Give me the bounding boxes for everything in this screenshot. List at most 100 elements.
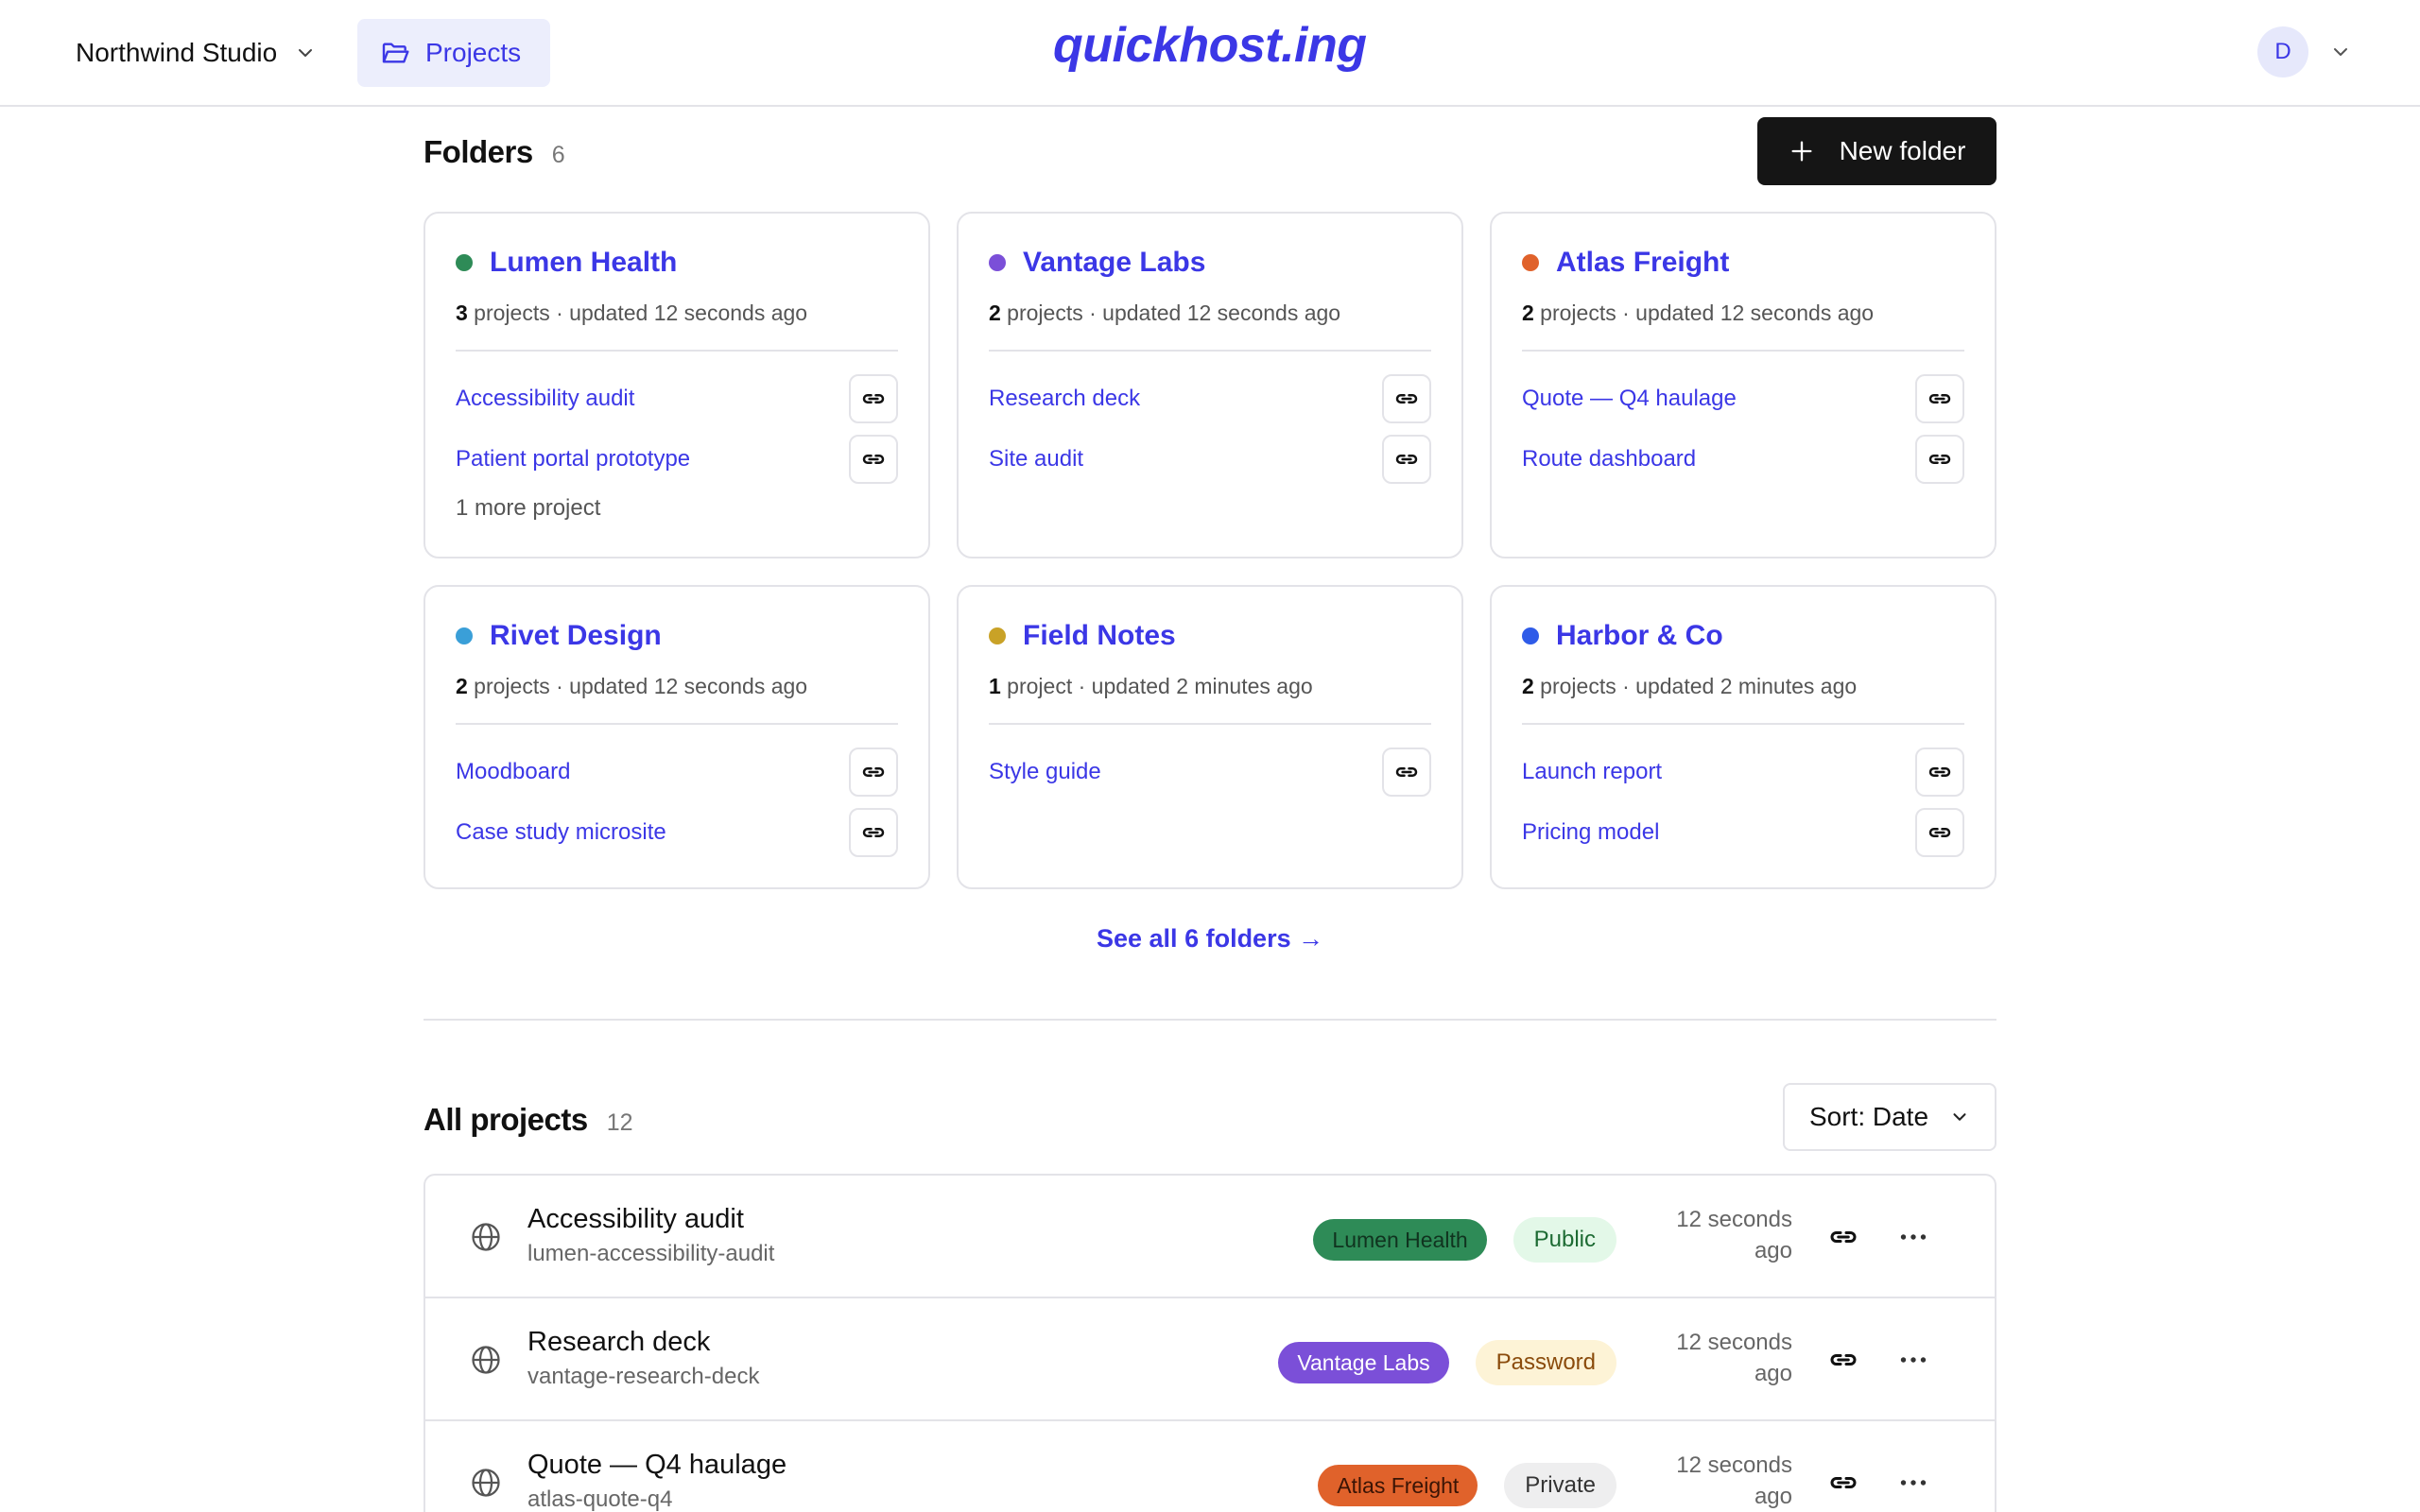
project-row[interactable]: Research deck vantage-research-deck Vantag… [425, 1298, 1995, 1421]
folder-meta: 2 projects · updated 2 minutes ago [1522, 674, 1964, 702]
link-icon [862, 394, 885, 404]
folder-project-row: Moodboard [456, 742, 898, 802]
folder-project-link[interactable]: Quote — Q4 haulage [1522, 386, 1737, 412]
folder-meta: 2 projects · updated 12 seconds ago [989, 301, 1431, 329]
projects-count: 12 [606, 1109, 633, 1136]
copy-link-button[interactable] [849, 435, 898, 484]
folder-divider [989, 350, 1431, 352]
project-row[interactable]: Accessibility audit lumen-accessibility-a… [425, 1176, 1995, 1298]
copy-link-button[interactable] [1382, 435, 1431, 484]
folder-project-link[interactable]: Patient portal prototype [456, 446, 690, 472]
copy-link-button[interactable] [1915, 808, 1964, 857]
new-folder-label: New folder [1839, 136, 1966, 165]
folder-color-dot [456, 627, 473, 644]
copy-link-button[interactable] [1915, 435, 1964, 484]
folder-meta: 3 projects · updated 12 seconds ago [456, 301, 898, 329]
folder-divider [1522, 350, 1964, 352]
copy-link-icon[interactable] [1826, 1466, 1860, 1500]
visibility-badge: Private [1504, 1463, 1616, 1508]
folder-color-dot [1522, 254, 1539, 271]
folder-name-link[interactable]: Rivet Design [490, 620, 662, 652]
more-icon[interactable] [1896, 1220, 1930, 1254]
chevron-down-icon [299, 49, 313, 57]
folder-badge[interactable]: Vantage Labs [1278, 1342, 1449, 1383]
workspace-name: Northwind Studio [76, 38, 278, 67]
folder-project-link[interactable]: Launch report [1522, 759, 1662, 785]
project-name[interactable]: Accessibility audit [527, 1204, 744, 1235]
avatar: D [2257, 26, 2308, 77]
copy-link-button[interactable] [1382, 374, 1431, 423]
folder-project-link[interactable]: Style guide [989, 759, 1101, 785]
more-icon[interactable] [1896, 1343, 1930, 1377]
copy-link-button[interactable] [849, 374, 898, 423]
project-updated-time: 12 seconds ago [1676, 1330, 1792, 1386]
folder-badge[interactable]: Lumen Health [1313, 1219, 1487, 1261]
folder-name-link[interactable]: Vantage Labs [1023, 247, 1205, 279]
new-folder-button[interactable]: New folder [1757, 117, 1996, 185]
nav-projects-tab[interactable]: Projects [357, 19, 550, 87]
folders-title: Folders [424, 134, 533, 169]
project-badges: Lumen Health Public [1313, 1217, 1616, 1263]
globe-icon [472, 1346, 500, 1374]
folder-project-link[interactable]: Site audit [989, 446, 1083, 472]
folder-name-link[interactable]: Field Notes [1023, 620, 1176, 652]
see-all-folders-link[interactable]: See all 6 folders → [1097, 924, 1323, 954]
project-updated-time: 12 seconds ago [1676, 1207, 1792, 1263]
more-icon[interactable] [1896, 1466, 1930, 1500]
folder-divider [456, 723, 898, 725]
folders-header: Folders 6 [424, 134, 565, 170]
folder-project-links: Research deck Site audit [989, 369, 1431, 490]
visibility-badge: Password [1475, 1340, 1616, 1385]
folder-name-link[interactable]: Harbor & Co [1556, 620, 1723, 652]
folder-header: Atlas Freight [1522, 246, 1964, 280]
globe-icon [472, 1223, 500, 1251]
folder-header: Field Notes [989, 619, 1431, 653]
account-menu[interactable]: D [2257, 26, 2352, 77]
folder-project-row: Research deck [989, 369, 1431, 429]
folder-badge[interactable]: Atlas Freight [1318, 1465, 1478, 1506]
folder-project-link[interactable]: Accessibility audit [456, 386, 634, 412]
workspace-switcher[interactable]: Northwind Studio [76, 32, 317, 74]
folder-project-row: Quote — Q4 haulage [1522, 369, 1964, 429]
folder-name-link[interactable]: Atlas Freight [1556, 247, 1729, 279]
folder-meta-text: projects · updated 12 seconds ago [467, 674, 808, 698]
folder-project-links: Quote — Q4 haulage Route dashboard [1522, 369, 1964, 490]
folder-project-link[interactable]: Route dashboard [1522, 446, 1696, 472]
sort-label: Sort: Date [1808, 1102, 1929, 1131]
copy-link-button[interactable] [849, 808, 898, 857]
folder-project-link[interactable]: Pricing model [1522, 819, 1659, 846]
copy-link-button[interactable] [1915, 374, 1964, 423]
folder-project-link[interactable]: Case study microsite [456, 819, 666, 846]
folder-header: Harbor & Co [1522, 619, 1964, 653]
copy-link-button[interactable] [1382, 747, 1431, 797]
copy-link-icon[interactable] [1826, 1220, 1860, 1254]
folder-project-row: Case study microsite [456, 802, 898, 863]
sort-dropdown[interactable]: Sort: Date [1783, 1083, 1996, 1151]
folder-project-link[interactable]: Research deck [989, 386, 1140, 412]
folder-project-link[interactable]: Moodboard [456, 759, 570, 785]
link-icon [862, 828, 885, 837]
project-row[interactable]: Quote — Q4 haulage atlas-quote-q4 Atlas Fr… [425, 1421, 1995, 1512]
folder-divider [1522, 723, 1964, 725]
brand-logo[interactable]: quickhost.ing [1053, 17, 1367, 74]
folder-name-link[interactable]: Lumen Health [490, 247, 677, 279]
project-list: Accessibility audit lumen-accessibility-a… [424, 1174, 1996, 1512]
folder-divider [989, 723, 1431, 725]
folder-grid: Lumen Health 3 projects · updated 12 seco… [424, 212, 1996, 889]
copy-link-button[interactable] [849, 747, 898, 797]
project-slug: lumen-accessibility-audit [527, 1241, 775, 1266]
projects-title: All projects [424, 1102, 588, 1137]
folder-meta: 2 projects · updated 12 seconds ago [456, 674, 898, 702]
copy-link-icon[interactable] [1826, 1343, 1860, 1377]
folder-card: Harbor & Co 2 projects · updated 2 minute… [1490, 585, 1996, 889]
folder-divider [456, 350, 898, 352]
copy-link-button[interactable] [1915, 747, 1964, 797]
folder-project-count: 3 [456, 301, 468, 325]
folder-project-count: 2 [1522, 674, 1534, 698]
folder-meta-text: projects · updated 12 seconds ago [1533, 301, 1875, 325]
project-name[interactable]: Research deck [527, 1327, 710, 1358]
folder-project-row: Site audit [989, 429, 1431, 490]
link-icon [862, 767, 885, 777]
project-name[interactable]: Quote — Q4 haulage [527, 1450, 786, 1481]
folder-project-count: 2 [989, 301, 1001, 325]
